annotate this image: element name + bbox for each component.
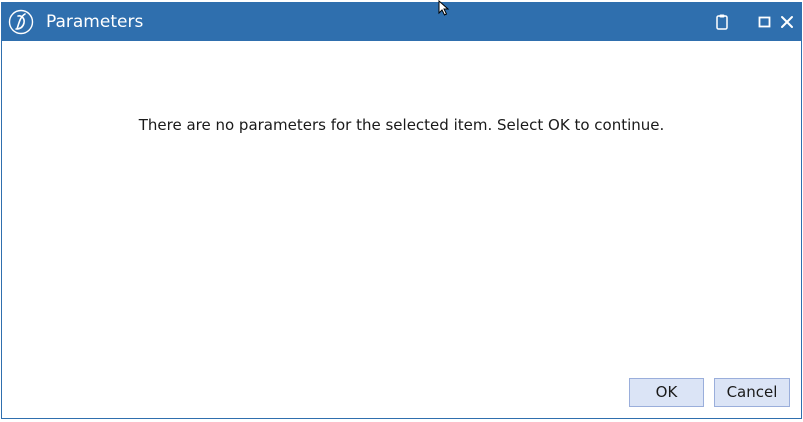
app-logo-icon [8, 9, 34, 35]
parameters-dialog: Parameters There are no parameters for t… [1, 2, 802, 419]
window-title: Parameters [46, 12, 144, 32]
ok-button[interactable]: OK [629, 378, 704, 407]
info-message: There are no parameters for the selected… [138, 116, 665, 134]
clipboard-icon[interactable] [713, 13, 731, 31]
close-icon[interactable] [778, 13, 796, 31]
maximize-icon[interactable] [756, 13, 774, 31]
cancel-button[interactable]: Cancel [714, 378, 790, 407]
title-bar[interactable]: Parameters [2, 3, 801, 41]
